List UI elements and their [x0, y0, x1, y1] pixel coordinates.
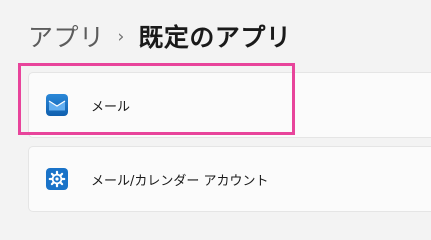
page-title: 既定のアプリ — [138, 23, 292, 52]
breadcrumb: アプリ › 既定のアプリ — [28, 14, 291, 58]
gear-icon — [46, 168, 68, 190]
app-item-mail-calendar-accounts[interactable]: メール/カレンダー アカウント — [28, 146, 431, 212]
app-item-label: メール — [91, 99, 131, 115]
app-item-label: メール/カレンダー アカウント — [91, 173, 269, 189]
breadcrumb-parent-apps[interactable]: アプリ — [28, 18, 105, 54]
breadcrumb-separator: › — [117, 27, 125, 47]
app-item-mail[interactable]: メール — [28, 72, 431, 138]
mail-icon — [46, 94, 68, 116]
